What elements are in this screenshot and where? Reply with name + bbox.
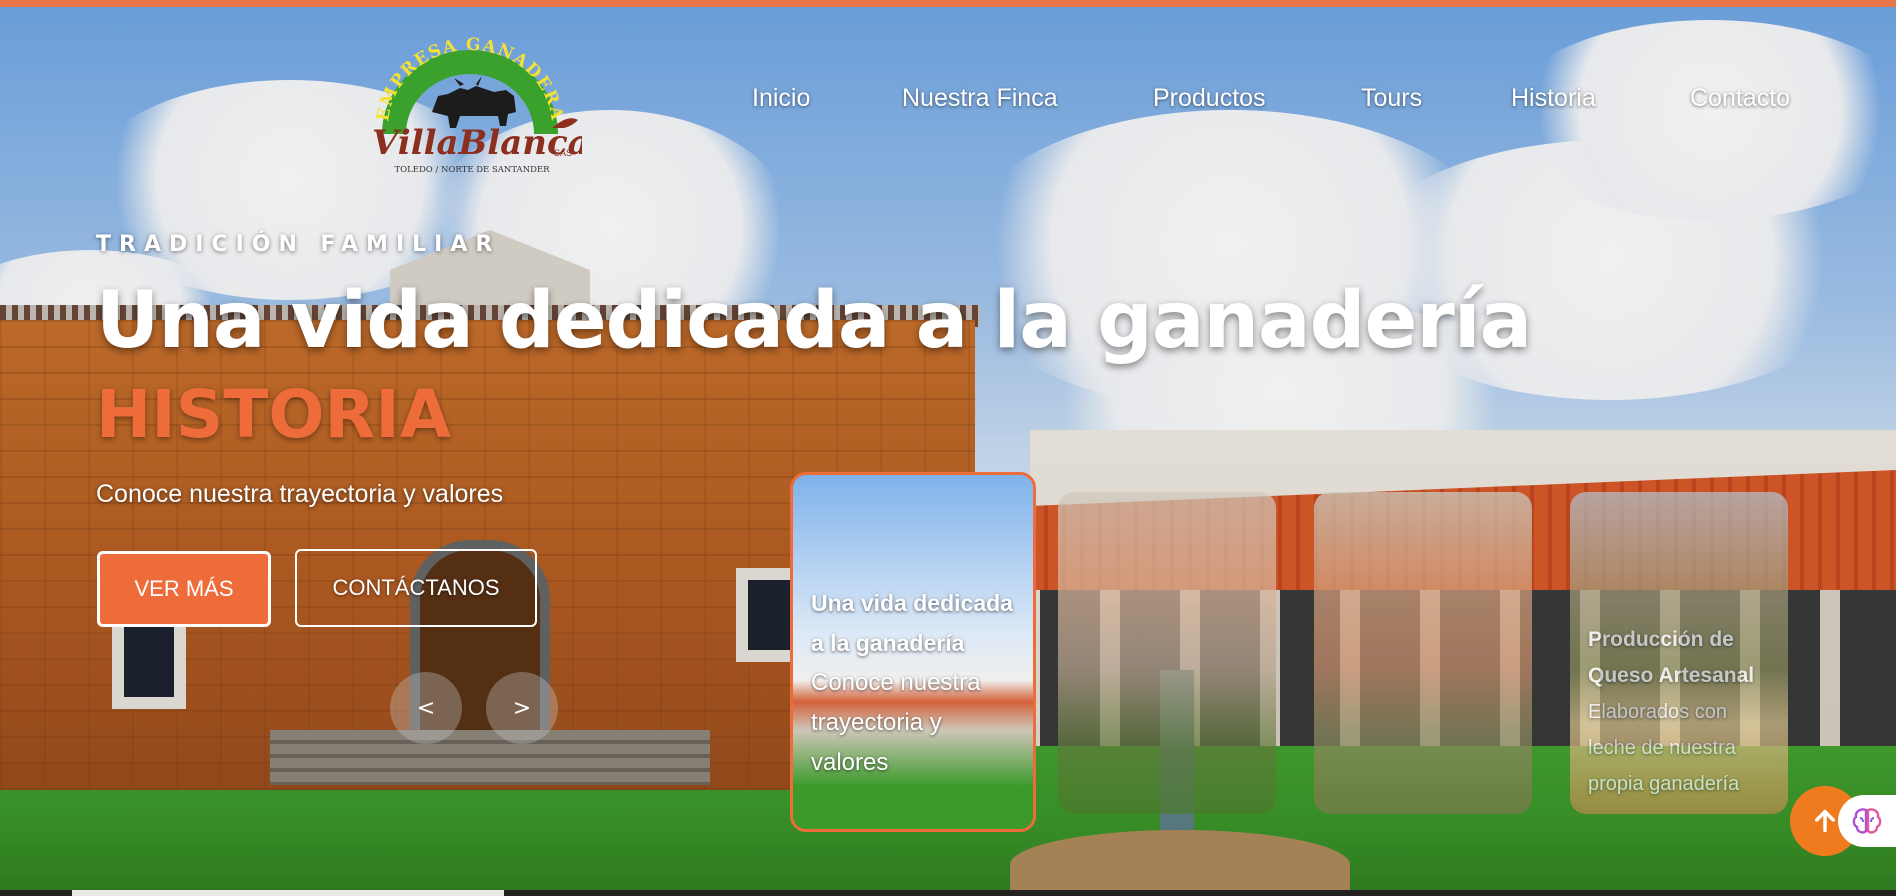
card-image: [1314, 492, 1532, 814]
card-description: Elaborados con leche de nuestra propia g…: [1588, 701, 1740, 795]
nav-nuestra-finca[interactable]: Nuestra Finca: [902, 84, 1058, 113]
card-title: Producción de Queso Artesanal: [1588, 628, 1755, 687]
svg-text:TOLEDO / NORTE DE SANTANDER: TOLEDO / NORTE DE SANTANDER: [394, 165, 550, 175]
slide-card-finca[interactable]: [1058, 492, 1276, 814]
nav-historia[interactable]: Historia: [1511, 84, 1596, 113]
contactanos-button[interactable]: CONTÁCTANOS: [295, 549, 537, 627]
hero-accent-title: HISTORIA: [96, 376, 451, 453]
bottom-tab: [72, 890, 504, 896]
ver-mas-button[interactable]: VER MÁS: [97, 551, 271, 627]
svg-text:VillaBlanca: VillaBlanca: [372, 123, 582, 163]
assistant-button[interactable]: [1838, 795, 1896, 847]
hero-subtitle: Conoce nuestra trayectoria y valores: [96, 480, 504, 508]
slider-prev-button[interactable]: <: [390, 672, 462, 744]
card-image: [1058, 492, 1276, 814]
svg-text:SAS: SAS: [554, 148, 572, 158]
card-title: Una vida dedicada a la ganadería: [811, 590, 1013, 656]
top-accent-line: [0, 0, 1896, 7]
brand-logo[interactable]: EMPRESA GANADERA VillaBlanca SAS TOLEDO …: [368, 35, 590, 176]
slide-card-historia[interactable]: Una vida dedicada a la ganadería Conoce …: [790, 472, 1036, 832]
nav-productos[interactable]: Productos: [1153, 84, 1266, 113]
slide-card-productos[interactable]: [1314, 492, 1532, 814]
slide-card-queso[interactable]: Producción de Queso Artesanal Elaborados…: [1570, 492, 1788, 814]
bull-logo-icon: EMPRESA GANADERA VillaBlanca SAS TOLEDO …: [372, 35, 590, 175]
hero-headline: Una vida dedicada a la ganadería: [96, 276, 1532, 366]
hero-eyebrow: TRADICIÓN FAMILIAR: [96, 232, 501, 257]
arrow-up-icon: [1815, 809, 1835, 833]
card-description: Conoce nuestra trayectoria y valores: [811, 669, 981, 776]
nav-inicio[interactable]: Inicio: [752, 84, 810, 113]
nav-tours[interactable]: Tours: [1361, 84, 1422, 113]
nav-contacto[interactable]: Contacto: [1690, 84, 1790, 113]
slider-next-button[interactable]: >: [486, 672, 558, 744]
brain-icon: [1852, 808, 1882, 834]
hero-section: EMPRESA GANADERA VillaBlanca SAS TOLEDO …: [0, 0, 1896, 896]
